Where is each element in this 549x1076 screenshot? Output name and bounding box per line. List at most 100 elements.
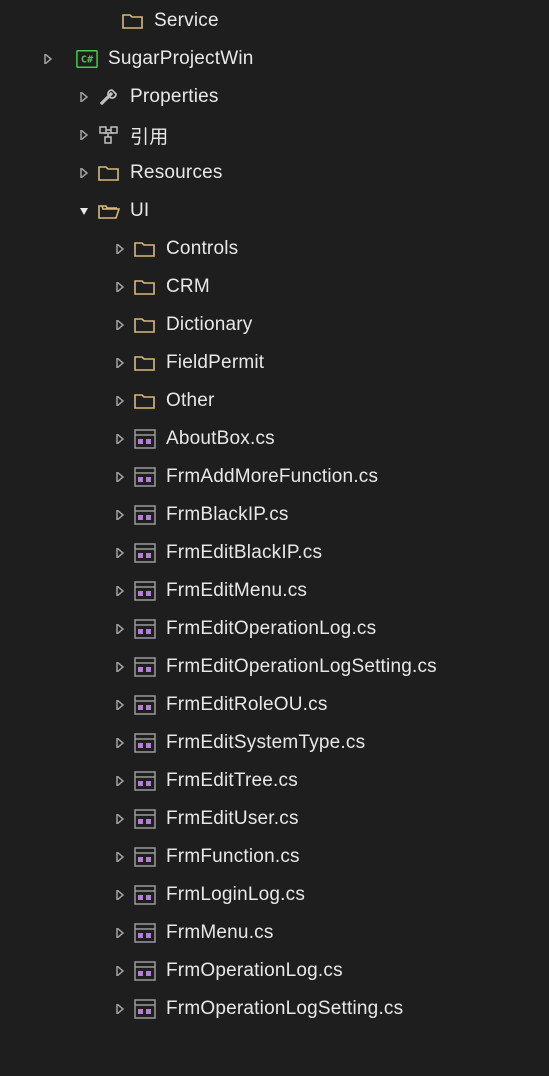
expand-arrow-icon[interactable] [112,925,128,941]
tree-item[interactable]: UI [0,192,549,230]
tree-item[interactable]: FrmOperationLog.cs [0,952,549,990]
tree-item[interactable]: Controls [0,230,549,268]
expand-arrow-icon[interactable] [112,773,128,789]
folder-open-icon [98,200,120,222]
tree-item-label: FrmFunction.cs [166,846,300,868]
tree-item[interactable]: FrmEditSystemType.cs [0,724,549,762]
tree-item-label: SugarProjectWin [108,48,254,70]
tree-item-label: FrmOperationLogSetting.cs [166,998,403,1020]
tree-item-label: Other [166,390,215,412]
tree-item-label: FrmAddMoreFunction.cs [166,466,378,488]
tree-item-label: Properties [130,86,219,108]
tree-item[interactable]: Other [0,382,549,420]
tree-item[interactable]: FrmOperationLogSetting.cs [0,990,549,1028]
svg-text:C#: C# [81,55,94,66]
tree-item[interactable]: FieldPermit [0,344,549,382]
tree-item[interactable]: AboutBox.cs [0,420,549,458]
no-arrow [100,13,116,29]
tree-item[interactable]: CRM [0,268,549,306]
winform-icon [134,580,156,602]
tree-item[interactable]: FrmLoginLog.cs [0,876,549,914]
expand-arrow-icon[interactable] [112,735,128,751]
winform-icon [134,428,156,450]
tree-item[interactable]: 引用 [0,116,549,154]
tree-item-label: FrmEditOperationLog.cs [166,618,376,640]
winform-icon [134,542,156,564]
tree-item-label: UI [130,200,149,222]
csharp-project-icon: C# [76,48,98,70]
tree-item[interactable]: Dictionary [0,306,549,344]
tree-item-label: FieldPermit [166,352,264,374]
folder-icon [134,390,156,412]
expand-arrow-icon[interactable] [112,393,128,409]
tree-item[interactable]: FrmEditBlackIP.cs [0,534,549,572]
expand-arrow-icon[interactable] [112,317,128,333]
expand-arrow-icon[interactable] [112,1001,128,1017]
expand-arrow-icon[interactable] [112,811,128,827]
tree-item-label: Service [154,10,219,32]
expand-arrow-icon[interactable] [112,963,128,979]
expand-arrow-icon[interactable] [112,279,128,295]
tree-item-label: FrmEditRoleOU.cs [166,694,328,716]
expand-arrow-icon[interactable] [76,127,92,143]
winform-icon [134,770,156,792]
expand-arrow-icon[interactable] [112,697,128,713]
tree-item[interactable]: FrmEditOperationLog.cs [0,610,549,648]
tree-item-label: 引用 [130,122,168,149]
winform-icon [134,960,156,982]
winform-icon [134,732,156,754]
winform-icon [134,884,156,906]
tree-item[interactable]: FrmEditRoleOU.cs [0,686,549,724]
solution-explorer-tree: Service C# SugarProjectWin Properties 引用… [0,0,549,1028]
winform-icon [134,694,156,716]
winform-icon [134,846,156,868]
tree-item[interactable]: Service [0,2,549,40]
tree-item[interactable]: FrmAddMoreFunction.cs [0,458,549,496]
tree-item[interactable]: FrmEditMenu.cs [0,572,549,610]
expand-arrow-icon[interactable] [112,849,128,865]
expand-arrow-icon[interactable] [112,355,128,371]
expand-arrow-icon[interactable] [112,621,128,637]
tree-item[interactable]: FrmBlackIP.cs [0,496,549,534]
expand-arrow-icon[interactable] [112,431,128,447]
references-icon [98,124,120,146]
expand-arrow-icon[interactable] [112,583,128,599]
expand-arrow-icon[interactable] [112,469,128,485]
tree-item-label: FrmLoginLog.cs [166,884,305,906]
tree-item-label: FrmEditOperationLogSetting.cs [166,656,437,678]
expand-arrow-icon[interactable] [76,165,92,181]
tree-item-label: FrmEditMenu.cs [166,580,307,602]
folder-icon [122,10,144,32]
collapse-arrow-icon[interactable] [76,203,92,219]
tree-item[interactable]: FrmMenu.cs [0,914,549,952]
expand-arrow-icon[interactable] [112,887,128,903]
expand-arrow-icon[interactable] [40,51,56,67]
folder-icon [134,314,156,336]
tree-item[interactable]: FrmEditOperationLogSetting.cs [0,648,549,686]
tree-item[interactable]: Properties [0,78,549,116]
tree-item[interactable]: C# SugarProjectWin [0,40,549,78]
winform-icon [134,922,156,944]
expand-arrow-icon[interactable] [112,241,128,257]
expand-arrow-icon[interactable] [112,659,128,675]
tree-item[interactable]: FrmEditUser.cs [0,800,549,838]
winform-icon [134,466,156,488]
expand-arrow-icon[interactable] [112,545,128,561]
tree-item-label: FrmEditSystemType.cs [166,732,365,754]
tree-item-label: Controls [166,238,238,260]
properties-icon [98,86,120,108]
tree-item-label: FrmEditUser.cs [166,808,299,830]
winform-icon [134,808,156,830]
tree-item-label: Resources [130,162,223,184]
winform-icon [134,504,156,526]
winform-icon [134,998,156,1020]
expand-arrow-icon[interactable] [76,89,92,105]
tree-item[interactable]: FrmFunction.cs [0,838,549,876]
folder-icon [134,276,156,298]
tree-item[interactable]: FrmEditTree.cs [0,762,549,800]
expand-arrow-icon[interactable] [112,507,128,523]
tree-item-label: FrmEditTree.cs [166,770,298,792]
tree-item-label: Dictionary [166,314,252,336]
tree-item-label: CRM [166,276,210,298]
tree-item[interactable]: Resources [0,154,549,192]
